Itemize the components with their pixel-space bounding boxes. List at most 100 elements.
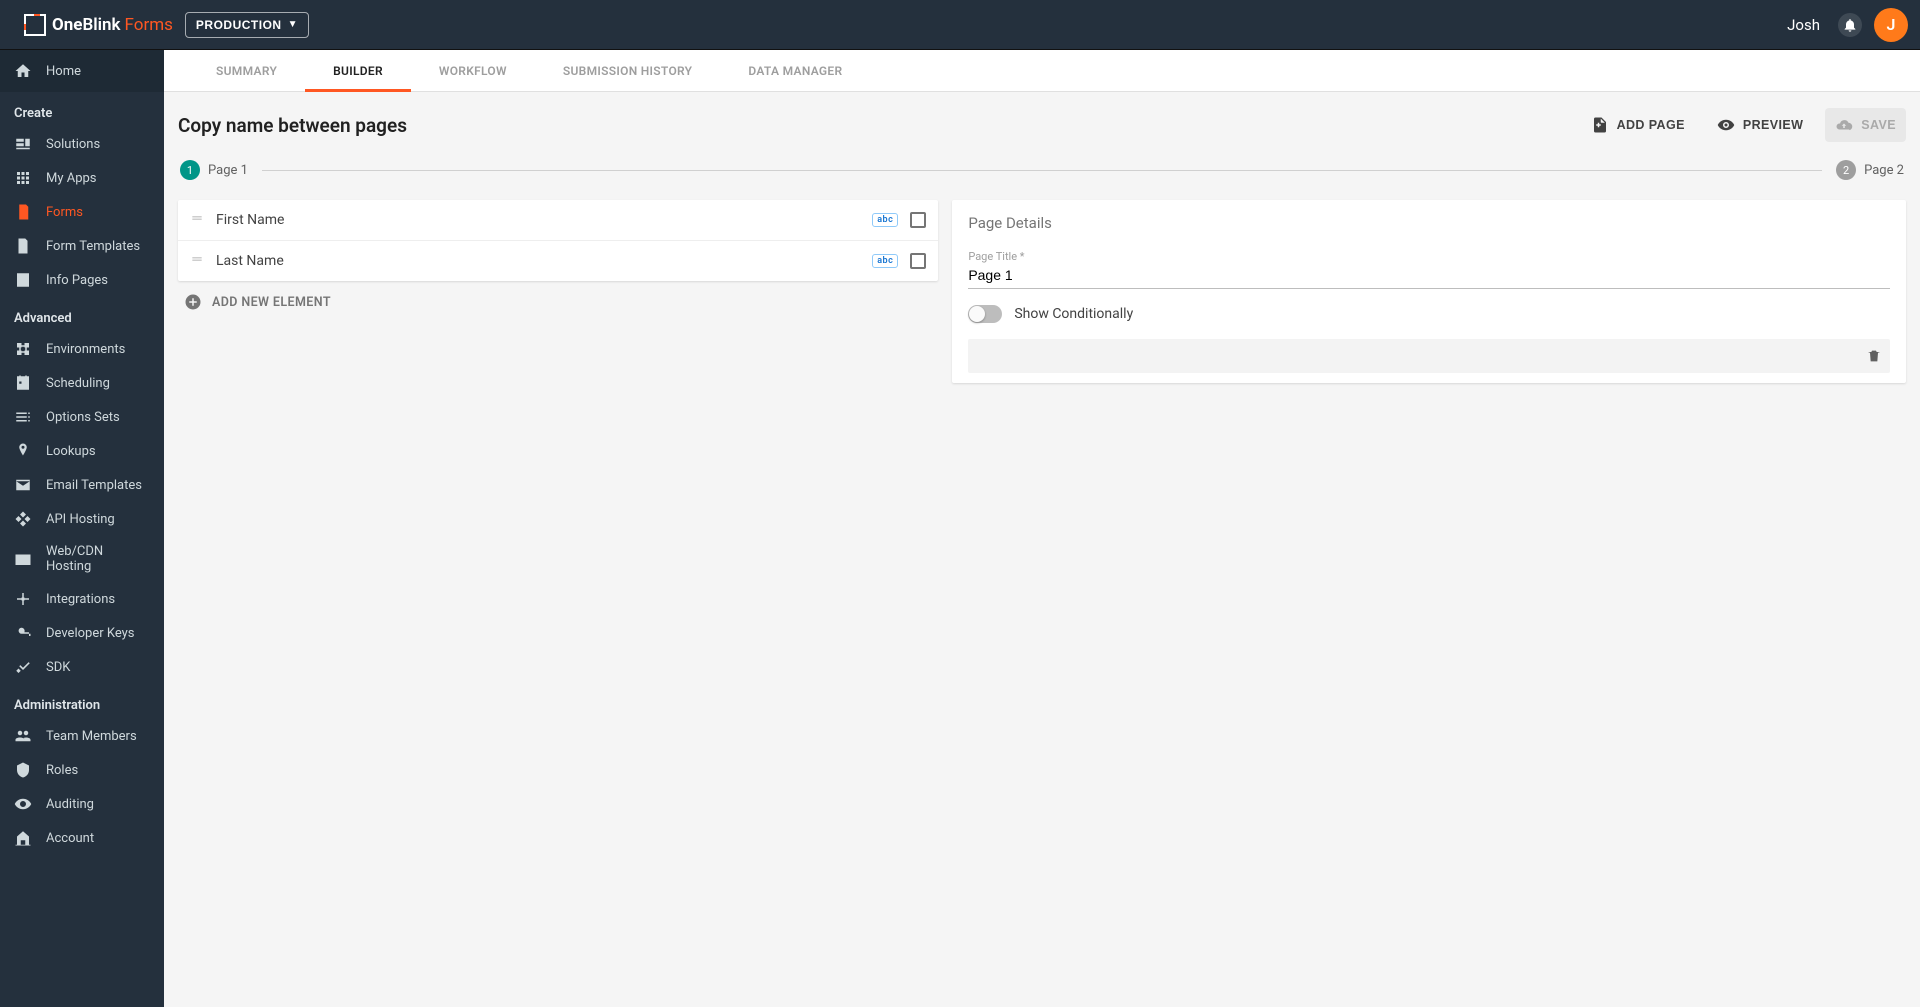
save-button: SAVE <box>1825 108 1906 142</box>
solutions-icon <box>14 135 32 153</box>
element-row[interactable]: First Name abc <box>178 200 938 241</box>
sidebar-item-label: Options Sets <box>46 410 120 425</box>
sidebar-item-home[interactable]: Home <box>0 50 164 92</box>
options-icon <box>14 408 32 426</box>
template-icon <box>14 237 32 255</box>
add-page-icon <box>1591 116 1609 134</box>
brand-logo[interactable]: OneBlinkForms <box>24 14 173 36</box>
user-name: Josh <box>1787 16 1820 34</box>
sidebar-item-label: Account <box>46 831 94 846</box>
environment-label: PRODUCTION <box>196 18 282 32</box>
brand-text: OneBlinkForms <box>52 15 173 35</box>
sidebar-item-sdk[interactable]: SDK <box>0 650 164 684</box>
page-details-card: Page Details Page Title * Show Condition… <box>952 200 1906 383</box>
apps-icon <box>14 169 32 187</box>
api-icon <box>14 510 32 528</box>
notifications-icon[interactable] <box>1838 13 1862 37</box>
element-checkbox[interactable] <box>910 212 926 228</box>
roles-icon <box>14 761 32 779</box>
sidebar-item-scheduling[interactable]: Scheduling <box>0 366 164 400</box>
sidebar-item-options-sets[interactable]: Options Sets <box>0 400 164 434</box>
email-icon <box>14 476 32 494</box>
page-number-badge: 1 <box>180 160 200 180</box>
preview-button[interactable]: PREVIEW <box>1707 108 1813 142</box>
sidebar-item-label: Email Templates <box>46 478 142 493</box>
sidebar-item-account[interactable]: Account <box>0 821 164 855</box>
add-page-button[interactable]: ADD PAGE <box>1581 108 1695 142</box>
environment-dropdown[interactable]: PRODUCTION ▼ <box>185 12 309 38</box>
sidebar-section-heading: Administration <box>0 684 164 719</box>
add-element-button[interactable]: ADD NEW ELEMENT <box>178 281 938 323</box>
sidebar-item-label: Info Pages <box>46 273 108 288</box>
title-row: Copy name between pages ADD PAGE PREVIEW… <box>178 108 1906 142</box>
sidebar-item-label: Environments <box>46 342 125 357</box>
sidebar-item-label: Forms <box>46 205 83 220</box>
sidebar-item-roles[interactable]: Roles <box>0 753 164 787</box>
avatar[interactable]: J <box>1874 8 1908 42</box>
page-label: Page 1 <box>208 163 248 178</box>
drag-handle-icon[interactable] <box>190 211 204 229</box>
show-conditionally-toggle[interactable] <box>968 305 1002 323</box>
audit-icon <box>14 795 32 813</box>
page-title: Copy name between pages <box>178 114 407 137</box>
sidebar-item-label: Scheduling <box>46 376 110 391</box>
sidebar-item-team-members[interactable]: Team Members <box>0 719 164 753</box>
element-type-badge: abc <box>872 213 898 227</box>
forms-icon <box>14 203 32 221</box>
page-actions-strip <box>968 339 1890 373</box>
home-icon <box>14 62 32 80</box>
page-pill-2[interactable]: 2Page 2 <box>1836 160 1904 180</box>
sidebar-item-label: Auditing <box>46 797 94 812</box>
tab-data-manager[interactable]: DATA MANAGER <box>720 50 870 91</box>
tabs: SUMMARYBUILDERWORKFLOWSUBMISSION HISTORY… <box>164 50 1920 92</box>
page-pill-1[interactable]: 1 Page 1 <box>180 160 248 180</box>
sidebar-item-form-templates[interactable]: Form Templates <box>0 229 164 263</box>
drag-handle-icon[interactable] <box>190 252 204 270</box>
sidebar-item-label: Web/CDN Hosting <box>46 544 150 574</box>
tab-submission-history[interactable]: SUBMISSION HISTORY <box>535 50 721 91</box>
tab-summary[interactable]: SUMMARY <box>188 50 305 91</box>
main: SUMMARYBUILDERWORKFLOWSUBMISSION HISTORY… <box>164 50 1920 1007</box>
sidebar: Home CreateSolutionsMy AppsFormsForm Tem… <box>0 50 164 1007</box>
lookups-icon <box>14 442 32 460</box>
page-details-heading: Page Details <box>968 214 1890 232</box>
plus-circle-icon <box>184 293 202 311</box>
tab-workflow[interactable]: WORKFLOW <box>411 50 535 91</box>
sidebar-item-environments[interactable]: Environments <box>0 332 164 366</box>
sidebar-item-integrations[interactable]: Integrations <box>0 582 164 616</box>
sidebar-item-web-cdn-hosting[interactable]: Web/CDN Hosting <box>0 536 164 582</box>
caret-down-icon: ▼ <box>288 19 298 30</box>
sidebar-item-label: Team Members <box>46 729 137 744</box>
element-row[interactable]: Last Nameabc <box>178 241 938 281</box>
sidebar-item-email-templates[interactable]: Email Templates <box>0 468 164 502</box>
env-icon <box>14 340 32 358</box>
cdn-icon <box>14 550 32 568</box>
delete-icon[interactable] <box>1866 348 1882 364</box>
sidebar-item-label: Home <box>46 64 81 79</box>
element-type-badge: abc <box>872 254 898 268</box>
sidebar-item-info-pages[interactable]: Info Pages <box>0 263 164 297</box>
sidebar-item-lookups[interactable]: Lookups <box>0 434 164 468</box>
element-checkbox[interactable] <box>910 253 926 269</box>
sidebar-item-label: SDK <box>46 660 70 675</box>
sidebar-item-auditing[interactable]: Auditing <box>0 787 164 821</box>
page-divider <box>262 170 1822 171</box>
keys-icon <box>14 624 32 642</box>
sidebar-item-developer-keys[interactable]: Developer Keys <box>0 616 164 650</box>
eye-icon <box>1717 116 1735 134</box>
sidebar-item-my-apps[interactable]: My Apps <box>0 161 164 195</box>
sidebar-item-api-hosting[interactable]: API Hosting <box>0 502 164 536</box>
sidebar-item-label: API Hosting <box>46 512 115 527</box>
sidebar-item-forms[interactable]: Forms <box>0 195 164 229</box>
cloud-upload-icon <box>1835 116 1853 134</box>
sidebar-section-heading: Advanced <box>0 297 164 332</box>
tab-builder[interactable]: BUILDER <box>305 50 411 91</box>
account-icon <box>14 829 32 847</box>
sidebar-item-label: Roles <box>46 763 78 778</box>
sidebar-item-solutions[interactable]: Solutions <box>0 127 164 161</box>
sidebar-item-label: Form Templates <box>46 239 140 254</box>
element-label: First Name <box>216 212 860 228</box>
sidebar-item-label: Solutions <box>46 137 100 152</box>
elements-list: First NameabcLast Nameabc <box>178 200 938 281</box>
page-title-input[interactable] <box>968 263 1890 289</box>
